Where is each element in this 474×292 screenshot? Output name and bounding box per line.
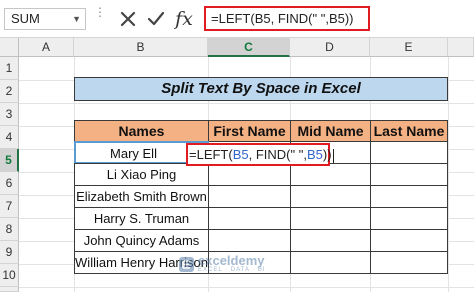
gridline bbox=[19, 103, 474, 104]
cancel-x-icon[interactable] bbox=[116, 7, 140, 31]
row-header-8[interactable]: 8 bbox=[0, 218, 19, 241]
cell-c9[interactable] bbox=[208, 229, 291, 252]
row-header-5[interactable]: 5 bbox=[0, 149, 19, 172]
enter-check-icon[interactable] bbox=[144, 7, 168, 31]
cell-e6[interactable] bbox=[370, 163, 448, 186]
cell-d9[interactable] bbox=[290, 229, 371, 252]
exceldemy-logo-icon bbox=[179, 256, 194, 272]
cell-e5[interactable] bbox=[370, 141, 448, 164]
row-header-11[interactable]: 11 bbox=[0, 287, 19, 292]
cell-b9[interactable]: John Quincy Adams bbox=[74, 229, 209, 252]
cell-c6[interactable] bbox=[208, 163, 291, 186]
header-mid-name[interactable]: Mid Name bbox=[290, 120, 371, 142]
text-cursor bbox=[332, 148, 334, 163]
cell-c7[interactable] bbox=[208, 185, 291, 208]
column-header-b[interactable]: B bbox=[74, 38, 208, 57]
cell-d10[interactable] bbox=[290, 251, 371, 274]
cell-b8[interactable]: Harry S. Truman bbox=[74, 207, 209, 230]
column-header-f[interactable] bbox=[448, 38, 474, 57]
sheet-title[interactable]: Split Text By Space in Excel bbox=[74, 77, 448, 101]
watermark-name: exceldemy bbox=[198, 253, 265, 268]
cell-d6[interactable] bbox=[290, 163, 371, 186]
more-options-icon[interactable]: ⋮ bbox=[94, 6, 106, 29]
row-header-2[interactable]: 2 bbox=[0, 80, 19, 103]
name-box[interactable]: SUM ▼ bbox=[4, 8, 86, 30]
row-header-10[interactable]: 10 bbox=[0, 264, 19, 287]
row-header-9[interactable]: 9 bbox=[0, 241, 19, 264]
row-header-4[interactable]: 4 bbox=[0, 126, 19, 149]
cell-b5-text: Mary Ell bbox=[110, 146, 157, 161]
cell-d8[interactable] bbox=[290, 207, 371, 230]
gridline bbox=[19, 287, 474, 288]
cell-e9[interactable] bbox=[370, 229, 448, 252]
header-names[interactable]: Names bbox=[74, 120, 209, 142]
header-last-name[interactable]: Last Name bbox=[370, 120, 448, 142]
fx-icon: fx bbox=[175, 8, 193, 30]
formula-part: , FIND(" ", bbox=[248, 147, 307, 162]
watermark-text: exceldemy EXCEL · DATA · BI bbox=[198, 254, 266, 274]
row-header-1[interactable]: 1 bbox=[0, 57, 19, 80]
row-header-6[interactable]: 6 bbox=[0, 172, 19, 195]
exceldemy-watermark: exceldemy EXCEL · DATA · BI bbox=[178, 254, 266, 274]
cell-e8[interactable] bbox=[370, 207, 448, 230]
cell-b6[interactable]: Li Xiao Ping bbox=[74, 163, 209, 186]
chevron-down-icon[interactable]: ▼ bbox=[72, 9, 81, 29]
select-all-corner[interactable] bbox=[0, 38, 19, 57]
column-header-c[interactable]: C bbox=[208, 38, 290, 57]
formula-bar: SUM ▼ ⋮ fx =LEFT(B5, FIND(" ",B5)) bbox=[0, 0, 474, 38]
cell-reference: B5 bbox=[232, 147, 249, 162]
cell-e10[interactable] bbox=[370, 251, 448, 274]
column-header-e[interactable]: E bbox=[370, 38, 448, 57]
formula-part: )) bbox=[322, 147, 332, 162]
cell-d7[interactable] bbox=[290, 185, 371, 208]
cell-e7[interactable] bbox=[370, 185, 448, 208]
insert-function-button[interactable]: fx bbox=[172, 7, 196, 31]
cell-b7[interactable]: Elizabeth Smith Brown bbox=[74, 185, 209, 208]
cell-c8[interactable] bbox=[208, 207, 291, 230]
watermark-tagline: EXCEL · DATA · BI bbox=[198, 267, 266, 273]
column-header-a[interactable]: A bbox=[19, 38, 74, 57]
column-header-d[interactable]: D bbox=[290, 38, 370, 57]
row-header-7[interactable]: 7 bbox=[0, 195, 19, 218]
cell-c5-editor[interactable]: =LEFT(B5, FIND(" ",B5)) bbox=[186, 143, 334, 166]
cell-reference: B5 bbox=[306, 147, 323, 162]
formula-input[interactable]: =LEFT(B5, FIND(" ",B5)) bbox=[204, 6, 370, 31]
header-first-name[interactable]: First Name bbox=[208, 120, 291, 142]
row-header-3[interactable]: 3 bbox=[0, 103, 19, 126]
name-box-value: SUM bbox=[11, 11, 40, 26]
gridline bbox=[448, 57, 449, 292]
formula-part: =LEFT( bbox=[189, 147, 233, 162]
